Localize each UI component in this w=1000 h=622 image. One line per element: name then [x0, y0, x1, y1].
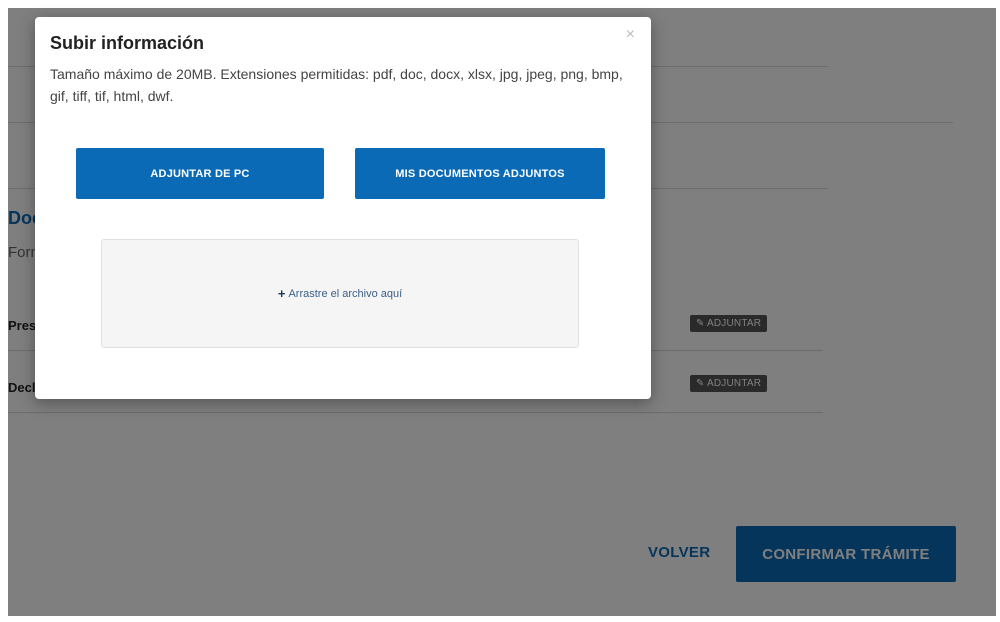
my-documents-button[interactable]: MIS DOCUMENTOS ADJUNTOS: [355, 148, 605, 199]
dropzone-text: Arrastre el archivo aquí: [288, 287, 403, 300]
file-dropzone[interactable]: + Arrastre el archivo aquí: [101, 239, 579, 348]
upload-modal: × Subir información Tamaño máximo de 20M…: [35, 17, 651, 399]
attach-from-pc-button[interactable]: ADJUNTAR DE PC: [76, 148, 324, 199]
modal-title: Subir información: [50, 33, 205, 53]
plus-icon: +: [277, 286, 286, 301]
modal-description: Tamaño máximo de 20MB. Extensiones permi…: [50, 66, 623, 104]
close-icon[interactable]: ×: [626, 27, 635, 43]
